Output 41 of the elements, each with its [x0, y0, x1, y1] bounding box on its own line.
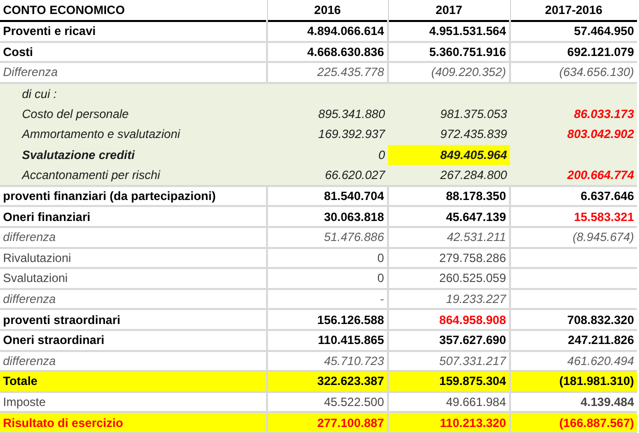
row-label: Risultato di esercizio: [0, 412, 267, 433]
row-label: Proventi e ricavi: [0, 21, 267, 42]
row-label: Svalutazioni: [0, 268, 267, 289]
row-label: differenza: [0, 288, 267, 310]
row-label: Rivalutazioni: [0, 248, 267, 268]
column-header: 2017-2016: [545, 3, 602, 17]
row-label: Costo del personale: [0, 103, 267, 124]
table-cell: 86.033.173: [510, 103, 637, 124]
table-cell: 277.100.887: [267, 412, 388, 433]
column-header: 2017: [436, 3, 462, 17]
row-label: proventi finanziari (da partecipazioni): [0, 186, 267, 206]
row-label: Differenza: [0, 62, 267, 83]
table-cell: 981.375.053: [388, 103, 510, 124]
table-cell: (166.887.567): [510, 412, 637, 433]
row-label: differenza: [0, 226, 267, 248]
table-cell: 322.623.387: [267, 371, 388, 392]
table-cell: 267.284.800: [388, 165, 510, 186]
row-label: Totale: [0, 371, 267, 392]
column-header: 2016: [314, 3, 341, 17]
table-cell: 66.620.027: [267, 165, 388, 186]
column-header: CONTO ECONOMICO: [3, 3, 125, 17]
table-cell: 803.042.902: [510, 124, 637, 145]
table-cell: 110.213.320: [388, 412, 510, 433]
table-cell: 159.875.304: [388, 371, 510, 392]
row-label: differenza: [0, 350, 267, 372]
row-label: Oneri straordinari: [0, 330, 267, 350]
row-label: Costi: [0, 42, 267, 62]
row-label: Ammortamento e svalutazioni: [0, 124, 267, 145]
table-cell: 849.405.964: [388, 144, 510, 166]
table-cell: 200.664.774: [510, 165, 637, 186]
row-label: Oneri finanziari: [0, 206, 267, 227]
table-cell: 895.341.880: [267, 103, 388, 124]
row-label: Accantonamenti per rischi: [0, 165, 267, 186]
table-cell: 169.392.937: [267, 124, 388, 145]
table-cell: 972.435.839: [388, 124, 510, 145]
row-label: proventi straordinari: [0, 309, 267, 330]
row-label: Imposte: [0, 392, 267, 412]
row-label: Svalutazione crediti: [0, 144, 267, 166]
table-cell: (181.981.310): [510, 371, 637, 392]
row-label: di cui :: [0, 82, 267, 104]
table-cell: 0: [267, 144, 388, 166]
